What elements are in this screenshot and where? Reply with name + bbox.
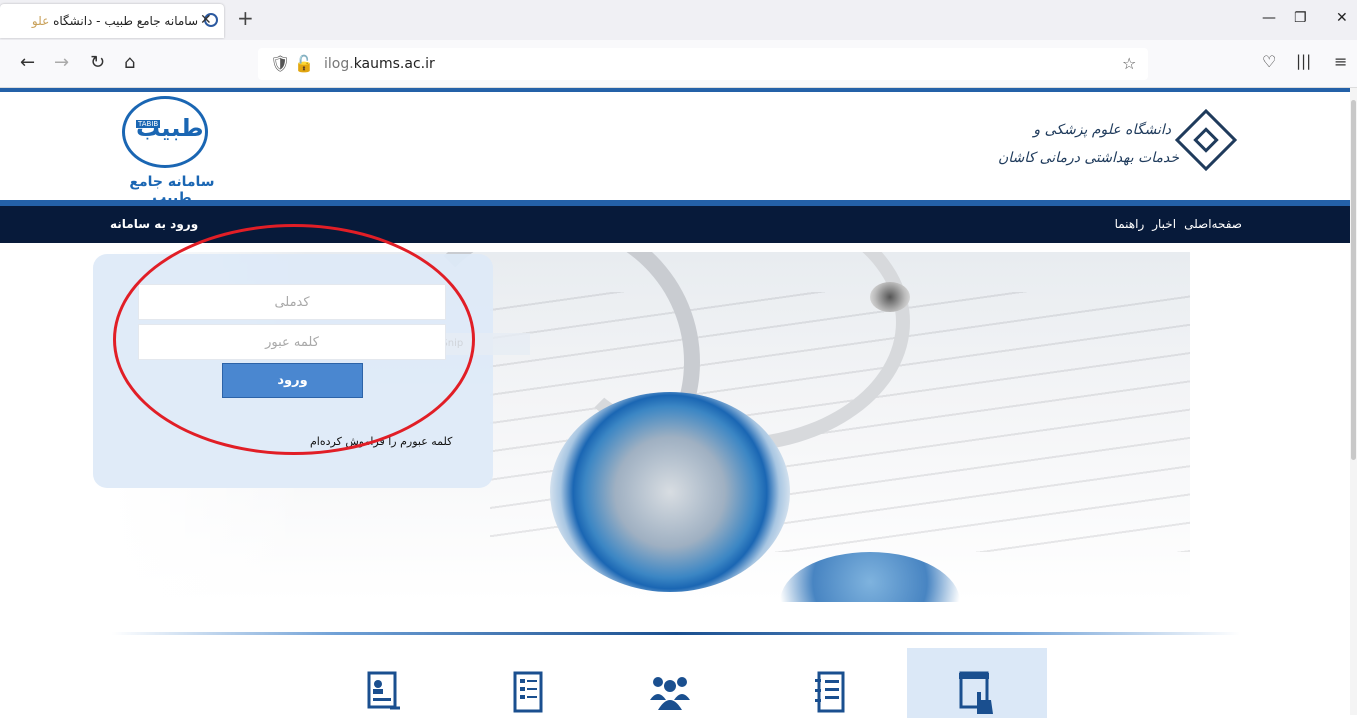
back-arrow-icon[interactable]: ←	[20, 52, 35, 73]
url-bar[interactable]: 🛡 🔓 ilog.kaums.ac.ir ☆	[258, 48, 1148, 80]
shield-icon[interactable]: 🛡	[270, 54, 290, 73]
feature-touch-form[interactable]	[907, 648, 1047, 718]
university-emblem-icon	[1174, 108, 1238, 172]
main-nav: ورود به سامانه صفحه‌اصلی اخبار راهنما	[0, 206, 1350, 243]
feature-notebook[interactable]	[760, 648, 900, 718]
lock-off-icon[interactable]: 🔓	[294, 54, 314, 73]
scrollbar-thumb[interactable]	[1351, 100, 1356, 460]
nav-link-home[interactable]: صفحه‌اصلی	[1184, 217, 1242, 231]
notebook-icon	[815, 671, 845, 713]
browser-tab[interactable]: سامانه جامع طبیب - دانشگاه علو ✕	[0, 4, 224, 38]
tabib-logo-latin: TABIB	[136, 120, 161, 128]
menu-icon[interactable]: ≡	[1334, 52, 1347, 71]
minimize-icon[interactable]: —	[1262, 10, 1276, 26]
tabib-logo[interactable]: طبیب TABIB سامانه جامع طبیب	[108, 96, 236, 206]
section-divider	[112, 632, 1240, 635]
university-name-line1: دانشگاه علوم پزشکی و	[1033, 122, 1171, 138]
nav-link-guide[interactable]: راهنما	[1115, 217, 1145, 231]
feature-checklist[interactable]	[458, 648, 598, 718]
checklist-icon	[513, 671, 543, 713]
pocket-icon[interactable]: ♡	[1262, 52, 1276, 71]
reload-icon[interactable]: ↻	[90, 52, 105, 73]
browser-tab-bar: سامانه جامع طبیب - دانشگاه علو ✕ + — ❐ ✕	[0, 0, 1357, 40]
university-logo[interactable]: دانشگاه علوم پزشکی و خدمات بهداشتی درمان…	[998, 108, 1241, 190]
home-icon[interactable]: ⌂	[124, 52, 135, 73]
restore-icon[interactable]: ❐	[1294, 10, 1307, 26]
nav-links: صفحه‌اصلی اخبار راهنما	[1115, 217, 1242, 231]
touch-form-icon	[959, 671, 993, 714]
new-tab-icon[interactable]: +	[237, 6, 254, 30]
red-annotation-ellipse	[113, 224, 475, 455]
feature-users[interactable]	[600, 648, 740, 718]
close-tab-icon[interactable]: ✕	[200, 12, 212, 28]
university-name-line2: خدمات بهداشتی درمانی کاشان	[997, 150, 1179, 166]
nav-login-link[interactable]: ورود به سامانه	[110, 217, 198, 231]
feature-contact-card[interactable]	[313, 648, 453, 718]
star-icon[interactable]: ☆	[1122, 54, 1136, 73]
users-group-icon	[650, 677, 690, 710]
contact-card-icon	[367, 671, 400, 710]
nav-link-news[interactable]: اخبار	[1152, 217, 1176, 231]
tabib-logo-word: طبیب	[136, 114, 204, 142]
library-icon[interactable]: |||	[1296, 52, 1311, 70]
url-text[interactable]: ilog.kaums.ac.ir	[324, 56, 435, 72]
tab-title: سامانه جامع طبیب - دانشگاه علو	[31, 14, 198, 28]
forward-arrow-icon[interactable]: →	[54, 52, 69, 73]
browser-toolbar: ← → ↻ ⌂ 🛡 🔓 ilog.kaums.ac.ir ☆ ♡ ||| ≡	[0, 40, 1357, 88]
close-window-icon[interactable]: ✕	[1336, 10, 1348, 26]
